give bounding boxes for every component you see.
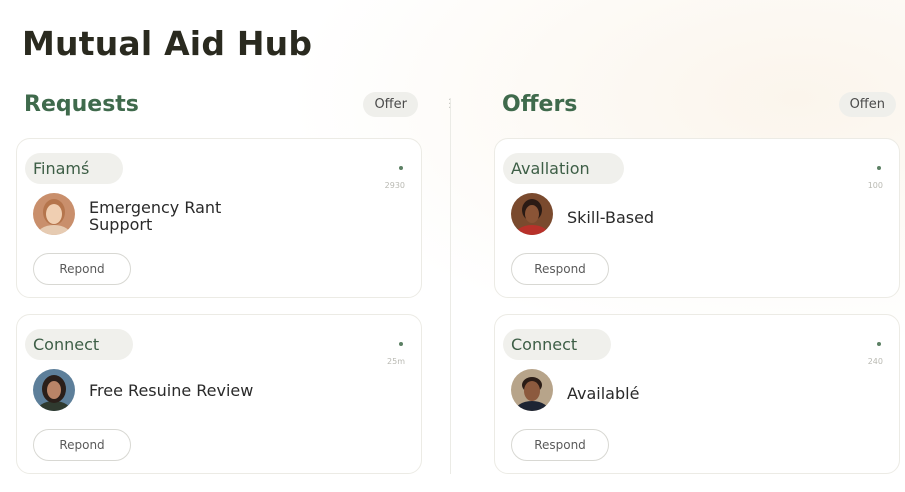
requests-title: Requests <box>24 92 139 117</box>
card-title: Availablé <box>567 384 640 403</box>
card-category-tag: Connect <box>503 329 612 360</box>
status-dot <box>399 166 403 170</box>
divider-handle: · · · <box>448 95 452 114</box>
request-card[interactable]: Connect 25m Free Resuine Review Repond <box>16 314 422 474</box>
avatar <box>511 369 553 411</box>
card-meta: 240 <box>867 357 883 366</box>
requests-header: Requests Offer <box>16 88 424 124</box>
avatar <box>33 369 75 411</box>
card-meta: 25m <box>387 357 405 366</box>
card-category-tag: Connect <box>25 329 134 360</box>
respond-button[interactable]: Respond <box>511 253 609 285</box>
offers-title: Offers <box>502 92 578 117</box>
card-category-tag: Finamś <box>25 153 124 184</box>
card-title: Skill-Based <box>567 208 655 227</box>
requests-column: Requests Offer Finamś 2930 Emergency Ran… <box>16 88 424 474</box>
status-dot <box>399 342 403 346</box>
respond-button[interactable]: Respond <box>511 429 609 461</box>
request-card[interactable]: Finamś 2930 Emergency Rant Support Repon… <box>16 138 422 298</box>
offers-filter-pill[interactable]: Offen <box>838 92 896 117</box>
offer-card[interactable]: Connect 240 Availablé Respond <box>494 314 900 474</box>
status-dot <box>877 166 881 170</box>
offer-card[interactable]: Avallation 100 Skill-Based Respond <box>494 138 900 298</box>
card-title-line1: Emergency Rant <box>89 198 222 217</box>
avatar <box>511 193 553 235</box>
offers-column: Offers Offen Avallation 100 Skill-Based … <box>494 88 902 474</box>
card-meta: 2930 <box>384 181 405 190</box>
card-title: Free Resuine Review <box>89 381 254 400</box>
respond-button[interactable]: Repond <box>33 429 131 461</box>
app-title: Mutual Aid Hub <box>22 24 313 63</box>
card-title-line2: Support <box>89 215 153 234</box>
avatar <box>33 193 75 235</box>
card-meta: 100 <box>867 181 883 190</box>
card-category-tag: Avallation <box>503 153 624 184</box>
offers-header: Offers Offen <box>494 88 902 124</box>
status-dot <box>877 342 881 346</box>
respond-button[interactable]: Repond <box>33 253 131 285</box>
requests-filter-pill[interactable]: Offer <box>363 92 418 117</box>
column-divider <box>450 98 451 474</box>
